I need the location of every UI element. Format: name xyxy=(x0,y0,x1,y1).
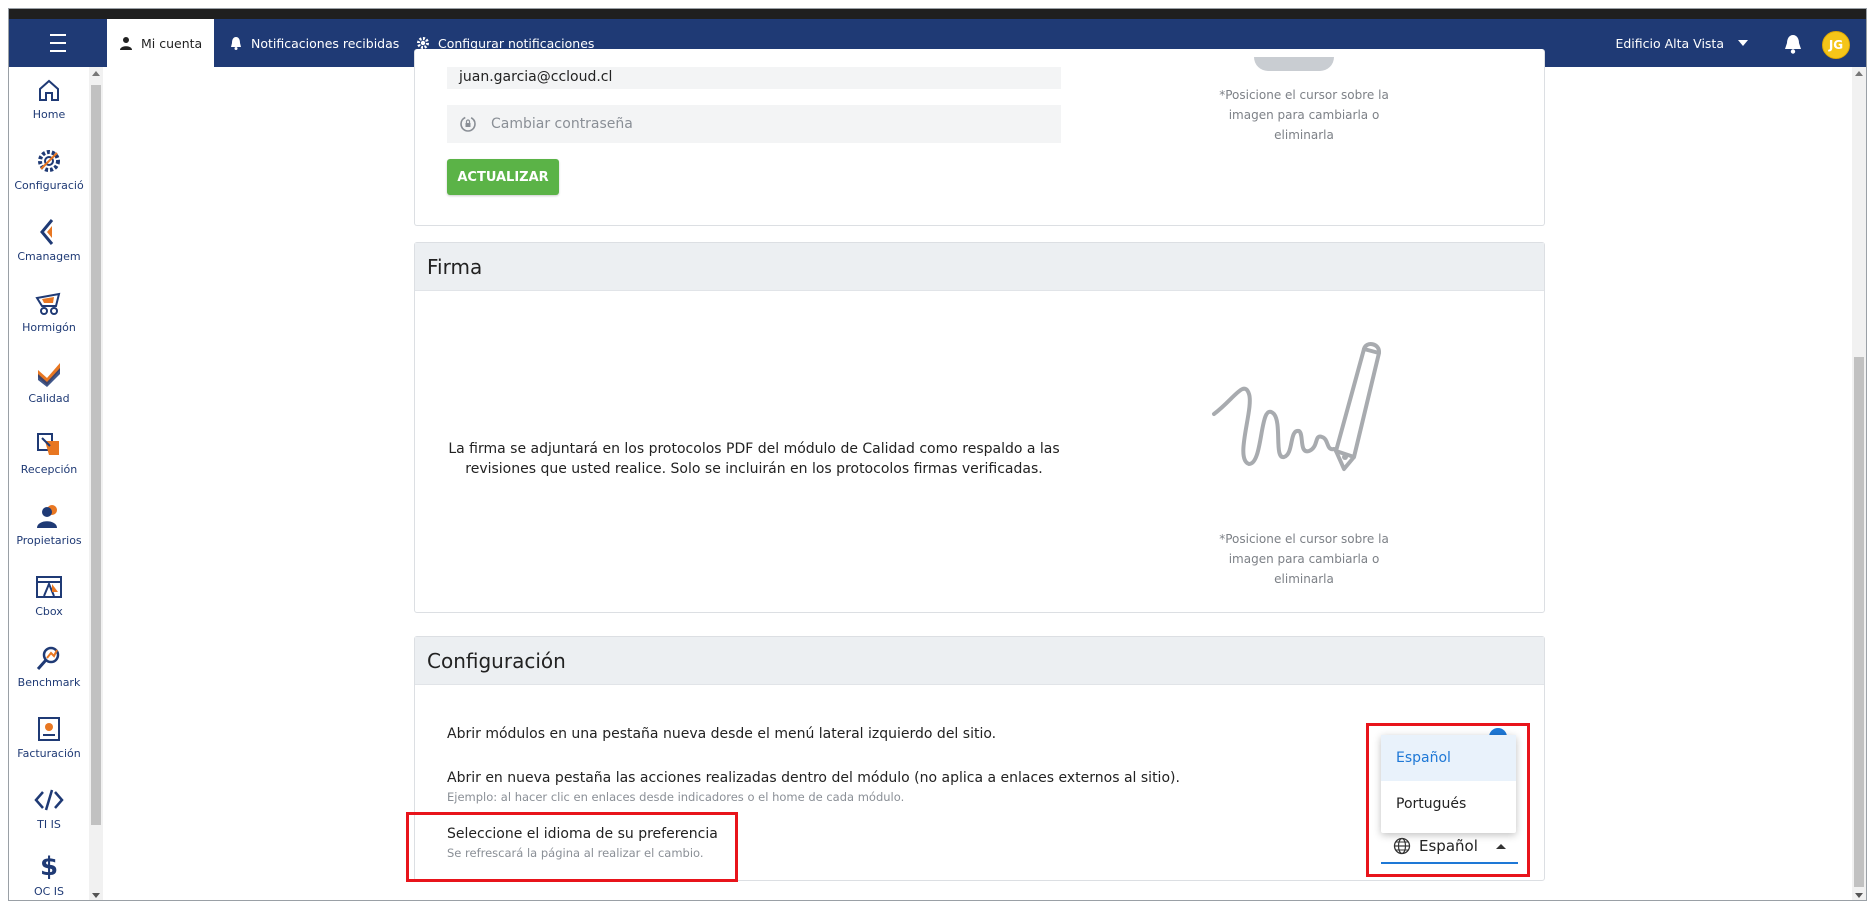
sidebar-item-calidad[interactable]: Calidad xyxy=(9,359,89,405)
chevron-down-icon xyxy=(1738,40,1748,46)
code-icon xyxy=(34,785,64,815)
sidebar-item-label: OC IS xyxy=(33,885,65,898)
sidebar-item-cbox[interactable]: Cbox xyxy=(9,572,89,618)
concrete-mixer-icon xyxy=(34,288,64,318)
hint-line: imagen para cambiarla o xyxy=(1228,108,1380,122)
quality-check-icon xyxy=(34,359,64,389)
scroll-up-arrow-icon[interactable] xyxy=(92,71,100,76)
sidebar-item-oc-is[interactable]: $ OC IS xyxy=(9,852,89,898)
setting-label: Abrir módulos en una pestaña nueva desde… xyxy=(447,726,997,742)
setting-sublabel: Ejemplo: al hacer clic en enlaces desde … xyxy=(447,790,905,804)
sidebar-scrollbar[interactable] xyxy=(89,67,103,900)
change-password-placeholder: Cambiar contraseña xyxy=(491,116,633,132)
sidebar-item-label: Facturación xyxy=(17,747,81,760)
signature-hint: *Posicione el cursor sobre la imagen par… xyxy=(1194,529,1414,589)
home-icon xyxy=(34,75,64,105)
sidebar-item-benchmark[interactable]: Benchmark xyxy=(9,643,89,689)
scroll-down-arrow-icon[interactable] xyxy=(1855,893,1863,898)
settings-card-title: Configuración xyxy=(415,637,1544,685)
project-selector[interactable]: Edificio Alta Vista xyxy=(1615,19,1748,67)
highlight-language-selector xyxy=(1366,723,1530,877)
sidebar-item-home[interactable]: Home xyxy=(9,75,89,121)
hint-line: eliminarla xyxy=(1274,572,1334,586)
sidebar-item-label: Propietarios xyxy=(16,534,82,547)
sidebar-item-configuracion[interactable]: Configuració xyxy=(9,146,89,192)
lock-reset-icon xyxy=(460,116,476,132)
sidebar-item-label: Home xyxy=(32,108,66,121)
scroll-down-arrow-icon[interactable] xyxy=(92,893,100,898)
settings-icon xyxy=(34,146,64,176)
sidebar-item-cmanagement[interactable]: Cmanagem xyxy=(9,217,89,263)
sidebar-item-label: Hormigón xyxy=(22,321,76,334)
signature-placeholder-icon[interactable] xyxy=(1204,339,1404,489)
sidebar-item-label: Cmanagem xyxy=(17,250,81,263)
signature-description: La firma se adjuntará en los protocolos … xyxy=(448,441,1060,477)
hint-line: eliminarla xyxy=(1274,128,1334,142)
sidebar-scroll-thumb[interactable] xyxy=(91,85,101,825)
update-button[interactable]: ACTUALIZAR xyxy=(447,159,559,195)
app-window: Mi cuenta Notificaciones recibidas Confi… xyxy=(8,8,1867,901)
user-icon xyxy=(120,37,132,50)
hamburger-icon[interactable] xyxy=(9,19,107,67)
sidebar-item-label: Calidad xyxy=(28,392,70,405)
setting-open-modules-new-tab: Abrir módulos en una pestaña nueva desde… xyxy=(447,726,996,742)
sidebar-item-label: TI IS xyxy=(37,818,61,831)
tab-label: Notificaciones recibidas xyxy=(251,35,400,51)
sidebar-item-label: Benchmark xyxy=(17,676,81,689)
sidebar-item-facturacion[interactable]: Facturación xyxy=(9,714,89,760)
sidebar-item-hormigon[interactable]: Hormigón xyxy=(9,288,89,334)
window-top-edge xyxy=(9,9,1866,19)
project-name: Edificio Alta Vista xyxy=(1615,35,1724,51)
signature-card-title: Firma xyxy=(415,243,1544,291)
tab-mi-cuenta[interactable]: Mi cuenta xyxy=(107,19,215,67)
hint-line: *Posicione el cursor sobre la xyxy=(1219,88,1389,102)
tab-label: Mi cuenta xyxy=(141,35,203,51)
tab-notificaciones-recibidas[interactable]: Notificaciones recibidas xyxy=(229,19,399,67)
bell-icon xyxy=(231,37,241,50)
main-scrollbar[interactable] xyxy=(1852,67,1866,900)
gear-icon xyxy=(417,37,429,49)
cbox-icon xyxy=(34,572,64,602)
sidebar-item-propietarios[interactable]: Propietarios xyxy=(9,501,89,547)
avatar[interactable]: JG xyxy=(1822,31,1850,59)
scroll-up-arrow-icon[interactable] xyxy=(1855,71,1863,76)
photo-hint: *Posicione el cursor sobre la imagen par… xyxy=(1194,85,1414,145)
hint-line: imagen para cambiarla o xyxy=(1228,552,1380,566)
sidebar-item-ti-is[interactable]: TI IS xyxy=(9,785,89,831)
sidebar-item-label: Configuració xyxy=(14,179,84,192)
notifications-bell-icon[interactable] xyxy=(1782,33,1804,55)
billing-icon xyxy=(34,714,64,744)
sidebar-item-recepcion[interactable]: Recepción xyxy=(9,430,89,476)
hint-line: *Posicione el cursor sobre la xyxy=(1219,532,1389,546)
change-password-field[interactable]: Cambiar contraseña xyxy=(447,105,1061,143)
reception-icon xyxy=(34,430,64,460)
profile-photo[interactable] xyxy=(1254,57,1334,71)
dollar-icon: $ xyxy=(39,852,59,882)
cmanagement-icon xyxy=(34,217,64,247)
highlight-language-label xyxy=(406,812,738,882)
sidebar: Home Configuració Cmanagem Hormigón Cali… xyxy=(9,67,89,900)
sidebar-item-label: Cbox xyxy=(35,605,63,618)
main-scroll-thumb[interactable] xyxy=(1854,357,1864,887)
setting-open-actions-new-tab: Abrir en nueva pestaña las acciones real… xyxy=(447,770,1180,804)
setting-label: Abrir en nueva pestaña las acciones real… xyxy=(447,770,1180,786)
owners-icon xyxy=(34,501,64,531)
email-field[interactable]: juan.garcia@ccloud.cl xyxy=(447,67,1061,89)
sidebar-item-label: Recepción xyxy=(20,463,78,476)
benchmark-icon xyxy=(34,643,64,673)
